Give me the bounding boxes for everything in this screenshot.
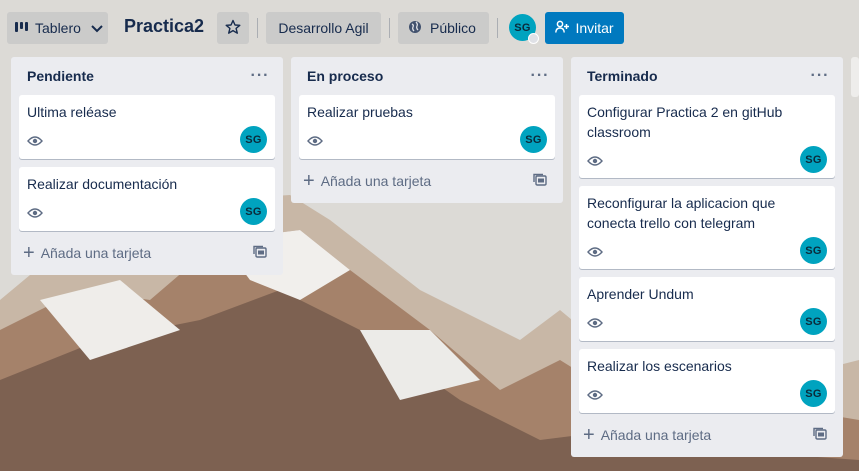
list-title[interactable]: Terminado [587,68,658,84]
add-card-button[interactable]: + Añada una tarjeta [11,237,283,269]
add-card-button[interactable]: + Añada una tarjeta [291,165,563,197]
card-title: Reconfigurar la aplicacion que conecta t… [587,195,776,231]
more-options-icon[interactable]: ··· [805,67,835,85]
divider [389,18,390,38]
card-member-avatar[interactable]: SG [800,308,827,335]
card-member-avatar[interactable]: SG [240,126,267,153]
card[interactable]: Aprender Undum SG [579,277,835,341]
list-terminado: Terminado ··· Configurar Practica 2 en g… [571,57,843,457]
list-title[interactable]: Pendiente [27,68,94,84]
card-title: Realizar pruebas [307,104,413,120]
star-icon [225,19,241,38]
view-switcher-button[interactable]: Tablero [7,12,108,44]
board-header: Tablero Practica2 Desarrollo Agil Públic… [0,0,859,56]
list-pendiente: Pendiente ··· Ultima reléase SG Realizar… [11,57,283,275]
more-options-icon[interactable]: ··· [525,67,555,85]
list-header: En proceso ··· [291,57,563,95]
member-avatar[interactable]: SG [509,14,539,44]
eye-icon [587,154,603,172]
board-title[interactable]: Practica2 [124,16,204,37]
eye-icon [27,206,43,224]
card[interactable]: Realizar documentación SG [19,167,275,231]
visibility-button[interactable]: Público [398,12,489,44]
more-options-icon[interactable]: ··· [245,67,275,85]
card-title: Realizar documentación [27,176,178,192]
card[interactable]: Reconfigurar la aplicacion que conecta t… [579,186,835,269]
admin-badge-icon [528,33,539,44]
plus-icon: + [23,242,35,264]
chevron-down-icon [91,20,103,36]
view-switcher-label: Tablero [35,20,81,36]
add-card-label: Añada una tarjeta [40,245,152,261]
divider [257,18,258,38]
card-title: Configurar Practica 2 en gitHub classroo… [587,104,783,140]
invite-label: Invitar [575,20,614,36]
card-member-avatar[interactable]: SG [800,380,827,407]
list-en-proceso: En proceso ··· Realizar pruebas SG + Aña… [291,57,563,203]
eye-icon [587,245,603,263]
board-view-icon [15,20,29,36]
card-member-avatar[interactable]: SG [240,198,267,225]
star-button[interactable] [217,12,249,44]
visibility-label: Público [430,20,476,36]
team-label: Desarrollo Agil [278,20,369,36]
invite-button[interactable]: Invitar [545,12,624,44]
eye-icon [307,134,323,152]
plus-icon: + [303,170,315,192]
card-template-icon[interactable] [533,173,547,189]
globe-icon [408,20,422,37]
card-member-avatar[interactable]: SG [800,146,827,173]
plus-icon: + [583,424,595,446]
eye-icon [587,316,603,334]
card-template-icon[interactable] [813,427,827,443]
card-member-avatar[interactable]: SG [800,237,827,264]
divider [497,18,498,38]
next-list-edge [851,57,859,97]
avatar-initials: SG [514,21,531,34]
add-card-label: Añada una tarjeta [320,173,432,189]
eye-icon [587,388,603,406]
card[interactable]: Configurar Practica 2 en gitHub classroo… [579,95,835,178]
list-title[interactable]: En proceso [307,68,383,84]
add-card-button[interactable]: + Añada una tarjeta [571,419,843,451]
card-template-icon[interactable] [253,245,267,261]
add-card-label: Añada una tarjeta [600,427,712,443]
card[interactable]: Realizar pruebas SG [299,95,555,159]
eye-icon [27,134,43,152]
card-title: Realizar los escenarios [587,358,732,374]
list-header: Terminado ··· [571,57,843,95]
card-title: Aprender Undum [587,286,694,302]
card-title: Ultima reléase [27,104,117,120]
add-person-icon [555,20,570,37]
card[interactable]: Ultima reléase SG [19,95,275,159]
card-member-avatar[interactable]: SG [520,126,547,153]
team-button[interactable]: Desarrollo Agil [266,12,381,44]
card[interactable]: Realizar los escenarios SG [579,349,835,413]
list-header: Pendiente ··· [11,57,283,95]
